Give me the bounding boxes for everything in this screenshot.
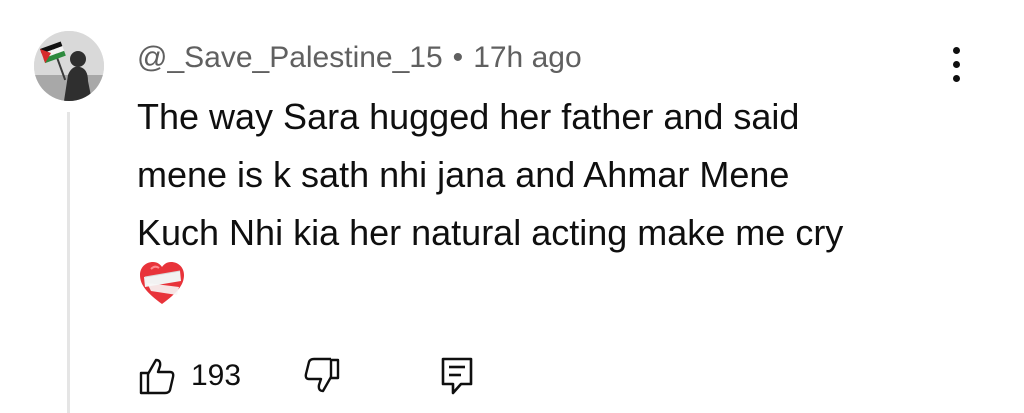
comment-text-line: Kuch Nhi kia her natural acting make me … bbox=[137, 212, 844, 253]
more-vertical-icon bbox=[952, 46, 960, 54]
comment-author[interactable]: @_Save_Palestine_15 bbox=[137, 41, 443, 75]
meta-separator: • bbox=[452, 41, 464, 74]
like-button[interactable]: 193 bbox=[137, 348, 267, 404]
comment-text-line: mene is k sath nhi jana and Ahmar Mene bbox=[137, 154, 790, 195]
like-count: 193 bbox=[191, 359, 242, 392]
more-vertical-icon-dot bbox=[952, 60, 960, 68]
reply-button[interactable] bbox=[432, 348, 482, 404]
comment-time[interactable]: 17h ago bbox=[473, 41, 581, 75]
thread-line bbox=[67, 112, 70, 413]
avatar[interactable] bbox=[34, 31, 104, 101]
dislike-button[interactable] bbox=[297, 348, 347, 404]
comment-text-line: The way Sara hugged her father and said bbox=[137, 96, 800, 137]
thumbs-down-icon bbox=[304, 357, 340, 393]
thumbs-up-icon bbox=[139, 358, 175, 395]
comment-text: The way Sara hugged her father and said … bbox=[137, 88, 917, 262]
more-options-button[interactable] bbox=[938, 40, 974, 88]
palestine-flag-avatar-icon bbox=[34, 31, 104, 101]
more-vertical-icon-dot bbox=[952, 74, 960, 82]
comment-reply-icon bbox=[441, 357, 473, 395]
comment-meta: @_Save_Palestine_15 • 17h ago bbox=[137, 38, 582, 78]
comment-item: @_Save_Palestine_15 • 17h ago The way Sa… bbox=[0, 0, 1024, 413]
mending-heart-icon bbox=[140, 262, 184, 304]
